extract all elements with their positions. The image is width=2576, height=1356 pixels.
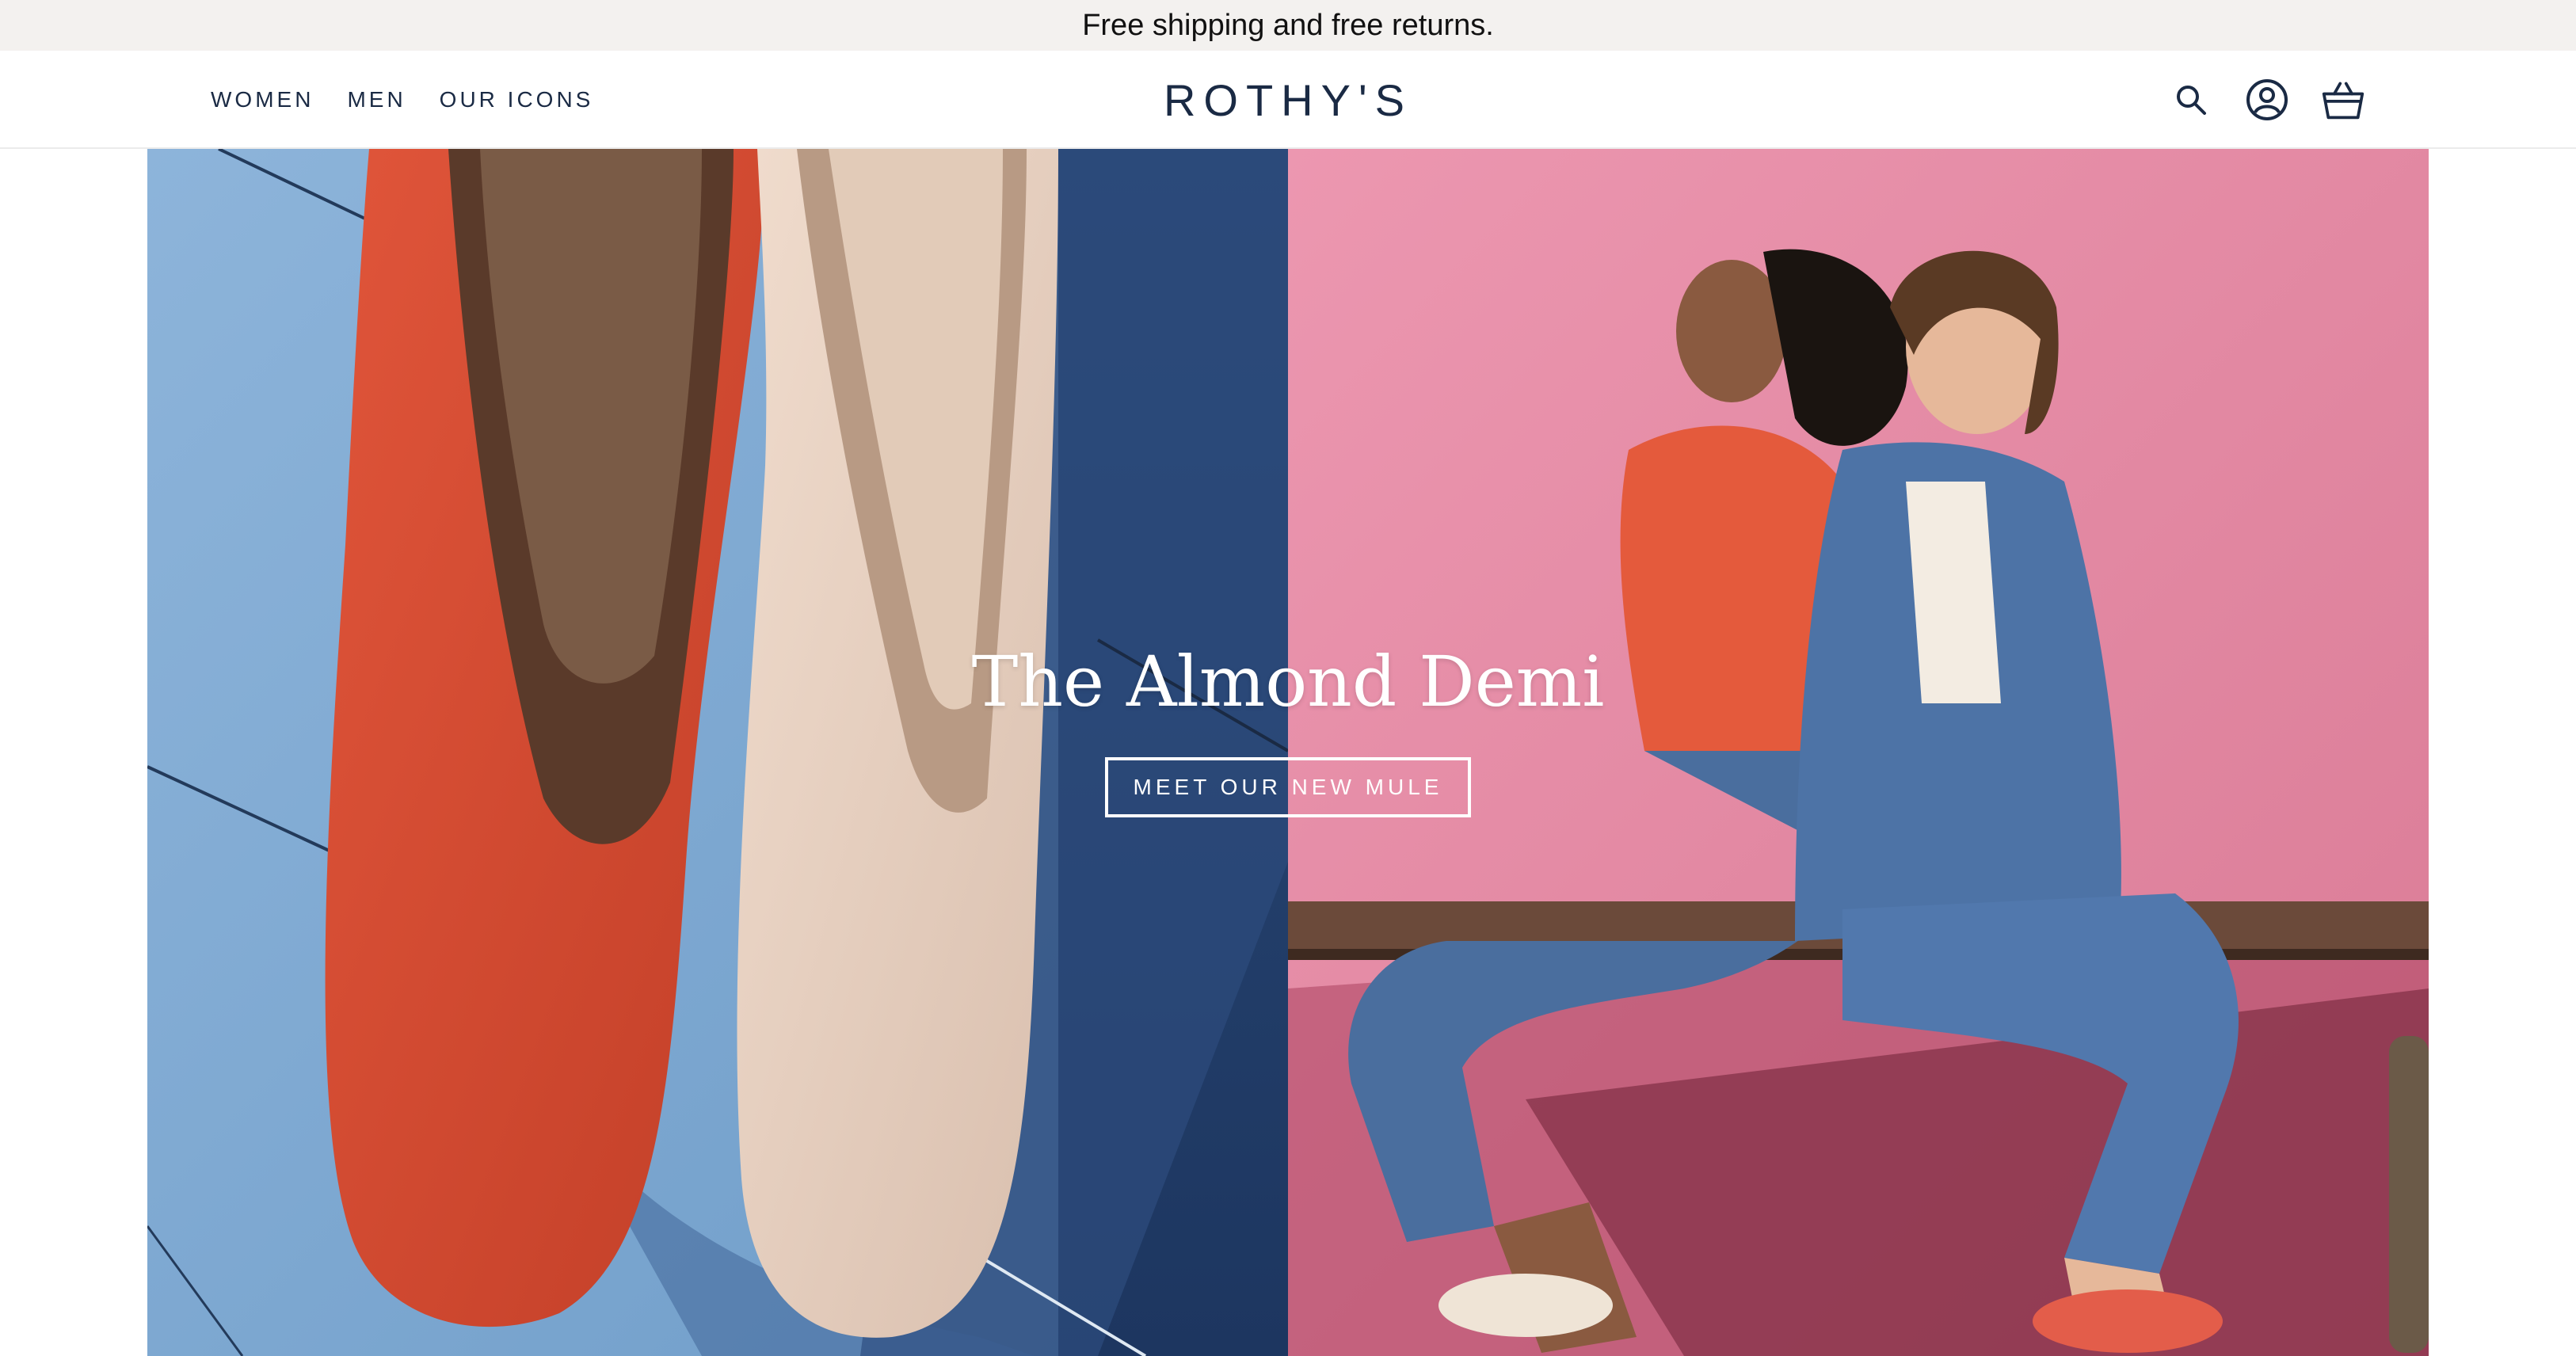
nav-item-men[interactable]: MEN (347, 87, 406, 112)
brand-logo[interactable]: ROTHY'S (1164, 74, 1412, 126)
nav-item-our-icons[interactable]: OUR ICONS (440, 87, 594, 112)
header-icons (2169, 51, 2365, 149)
cart-icon[interactable] (2321, 78, 2365, 122)
hero-banner[interactable]: The Almond Demi MEET OUR NEW MULE (147, 149, 2429, 1356)
nav-item-women[interactable]: WOMEN (211, 87, 314, 112)
search-icon[interactable] (2169, 78, 2213, 122)
hero-image-models (1288, 149, 2429, 1356)
site-header: WOMEN MEN OUR ICONS ROTHY'S (0, 51, 2576, 149)
main-nav: WOMEN MEN OUR ICONS (211, 51, 593, 149)
meet-our-new-mule-button[interactable]: MEET OUR NEW MULE (1104, 756, 1472, 817)
hero-image-shoes (147, 149, 1288, 1356)
account-icon[interactable] (2245, 78, 2289, 122)
announcement-bar: Free shipping and free returns. (0, 0, 2576, 51)
announcement-text: Free shipping and free returns. (1082, 8, 1494, 42)
